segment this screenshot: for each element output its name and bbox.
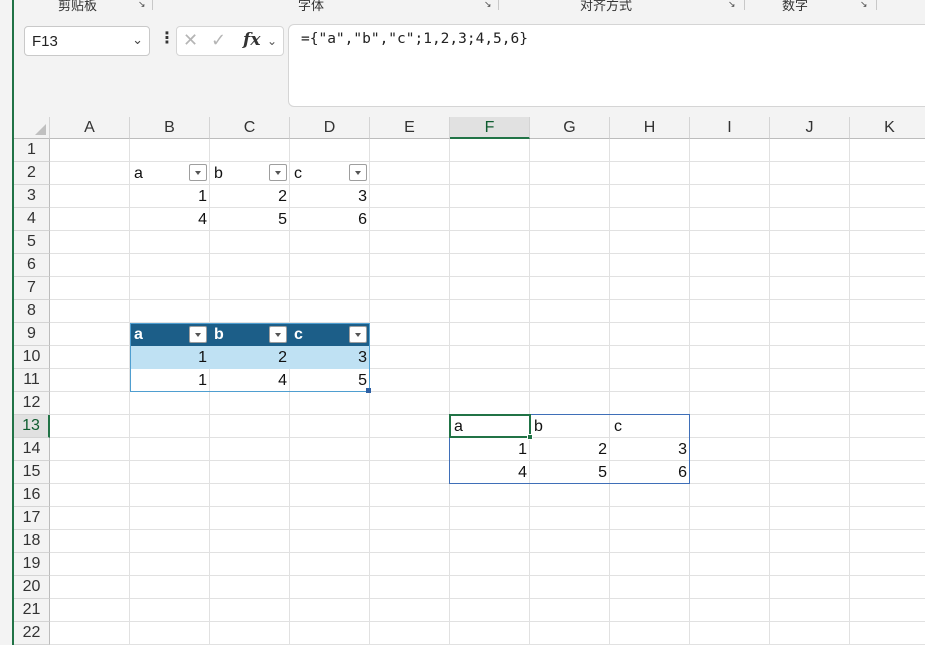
row-header[interactable]: 10 [14,346,50,369]
row-header[interactable]: 11 [14,369,50,392]
gridline-vertical [449,139,450,645]
column-header[interactable]: E [370,117,450,139]
cell-number[interactable]: 4 [130,208,210,231]
ribbon-group-number: 数字 [782,0,809,13]
gridline-horizontal [50,575,925,576]
row-header[interactable]: 7 [14,277,50,300]
row-header[interactable]: 19 [14,553,50,576]
column-header[interactable]: F [450,117,530,139]
gridline-vertical [769,139,770,645]
gridline-horizontal [50,552,925,553]
row-header[interactable]: 20 [14,576,50,599]
column-header[interactable]: B [130,117,210,139]
gridline-horizontal [50,621,925,622]
row-header[interactable]: 18 [14,530,50,553]
font-launcher-icon[interactable]: ↘ [484,0,494,9]
insert-function-icon[interactable]: fx [243,30,260,50]
cell-number[interactable]: 4 [210,369,290,392]
cell-number[interactable]: 2 [210,185,290,208]
enter-checkmark-icon[interactable]: ✓ [211,30,226,51]
row-header[interactable]: 12 [14,392,50,415]
chevron-down-icon[interactable]: ⌄ [267,34,277,48]
ribbon-group-clipboard: 剪贴板 [58,0,98,13]
filter-dropdown-icon[interactable] [269,164,287,181]
gridline-vertical [529,139,530,645]
chevron-down-icon[interactable]: ⌄ [132,32,143,48]
cell-number[interactable]: 5 [290,369,370,392]
filter-dropdown-icon[interactable] [349,164,367,181]
gridline-vertical [609,139,610,645]
gridline-horizontal [50,276,925,277]
more-options-icon[interactable]: ⋮ [159,29,175,49]
formula-buttons: ✕ ✓ fx ⌄ [176,26,284,56]
gridline-horizontal [50,506,925,507]
row-header[interactable]: 4 [14,208,50,231]
row-header[interactable]: 22 [14,622,50,645]
row-header[interactable]: 2 [14,162,50,185]
worksheet-grid[interactable]: A B C D E F G H I J K 1 2 3 4 5 6 7 8 9 10 11 12 13 14 15 16 17 18 19… [14,117,925,645]
window-left-edge [0,0,14,645]
ribbon-group-labels: 剪贴板 ↘ 字体 ↘ 对齐方式 ↘ 数字 ↘ [14,0,925,14]
alignment-launcher-icon[interactable]: ↘ [728,0,738,9]
ribbon-separator [876,0,877,10]
formula-bar: F13 ⌄ ⋮ ✕ ✓ fx ⌄ ={"a","b","c";1,2,3;4,5… [14,14,925,117]
row-header[interactable]: 17 [14,507,50,530]
formula-input[interactable]: ={"a","b","c";1,2,3;4,5,6} [288,24,925,107]
ribbon-group-font: 字体 [298,0,325,13]
active-cell-selection[interactable] [449,414,531,438]
row-header[interactable]: 15 [14,461,50,484]
row-header[interactable]: 21 [14,599,50,622]
gridline-horizontal [50,598,925,599]
row-header[interactable]: 13 [14,415,50,438]
clipboard-launcher-icon[interactable]: ↘ [138,0,148,9]
cell-number[interactable]: 6 [290,208,370,231]
cell-number[interactable]: 3 [290,346,370,369]
row-header[interactable]: 8 [14,300,50,323]
column-header[interactable]: G [530,117,610,139]
column-header[interactable]: K [850,117,925,139]
filter-dropdown-icon[interactable] [189,164,207,181]
cell-number[interactable]: 1 [130,369,210,392]
gridline-vertical [849,139,850,645]
row-header[interactable]: 16 [14,484,50,507]
cell-number[interactable]: 2 [210,346,290,369]
filter-dropdown-icon[interactable] [269,326,287,343]
column-header[interactable]: A [50,117,130,139]
cancel-icon[interactable]: ✕ [183,30,198,51]
row-header[interactable]: 3 [14,185,50,208]
gridline-vertical [689,139,690,645]
column-header[interactable]: I [690,117,770,139]
cell-number[interactable]: 3 [290,185,370,208]
row-header[interactable]: 14 [14,438,50,461]
row-header[interactable]: 5 [14,231,50,254]
name-box-value: F13 [32,33,58,50]
table-resize-handle[interactable] [366,388,371,393]
cell-number[interactable]: 1 [130,346,210,369]
ribbon-separator [498,0,499,10]
cell-number[interactable]: 5 [210,208,290,231]
gridline-horizontal [50,299,925,300]
row-header[interactable]: 1 [14,139,50,162]
name-box[interactable]: F13 ⌄ [24,26,150,56]
row-header[interactable]: 6 [14,254,50,277]
ribbon-separator [152,0,153,10]
gridline-horizontal [50,253,925,254]
column-header[interactable]: J [770,117,850,139]
cell-number[interactable]: 1 [130,185,210,208]
column-header[interactable]: C [210,117,290,139]
column-header[interactable]: D [290,117,370,139]
row-header[interactable]: 9 [14,323,50,346]
fill-handle[interactable] [527,434,533,440]
number-launcher-icon[interactable]: ↘ [860,0,870,9]
ribbon-group-alignment: 对齐方式 [580,0,633,13]
select-all-corner[interactable] [14,117,50,139]
filter-dropdown-icon[interactable] [349,326,367,343]
gridline-horizontal [50,529,925,530]
filter-dropdown-icon[interactable] [189,326,207,343]
column-header[interactable]: H [610,117,690,139]
ribbon-separator [744,0,745,10]
